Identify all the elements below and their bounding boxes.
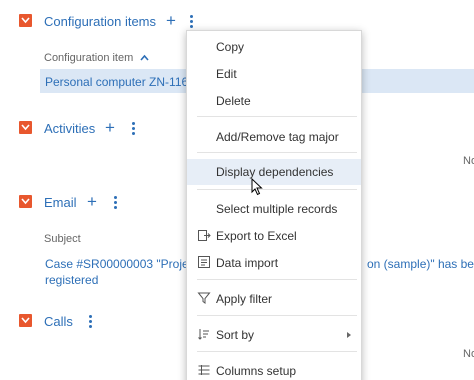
menu-item-label: Display dependencies: [216, 165, 334, 179]
email-row-link-tail[interactable]: on (sample)" has been: [367, 257, 474, 271]
collapse-calls-button[interactable]: [19, 314, 32, 327]
menu-item-label: Export to Excel: [216, 229, 297, 243]
add-email-button[interactable]: +: [87, 193, 97, 210]
collapse-config-button[interactable]: [19, 14, 32, 27]
section-title-calls[interactable]: Calls: [44, 314, 73, 329]
email-row-link-line2[interactable]: registered: [45, 273, 98, 287]
menu-item-export-excel[interactable]: Export to Excel: [187, 224, 361, 248]
calls-no-data-text: No: [463, 348, 474, 360]
menu-item-label: Columns setup: [216, 364, 297, 378]
sort-icon: [198, 329, 209, 340]
plus-icon: +: [105, 118, 115, 137]
menu-item-label: Apply filter: [216, 292, 273, 306]
plus-icon: +: [87, 192, 97, 211]
menu-item-label: Add/Remove tag major: [216, 130, 339, 144]
calls-actions-kebab-icon[interactable]: [87, 314, 93, 328]
menu-item-display-dependencies[interactable]: Display dependencies: [187, 159, 361, 185]
menu-divider: [197, 279, 357, 280]
config-row-link[interactable]: Personal computer ZN-116U: [45, 75, 197, 89]
menu-item-label: Select multiple records: [216, 202, 338, 216]
menu-item-edit[interactable]: Edit: [187, 62, 361, 86]
filter-icon: [197, 292, 211, 304]
email-actions-kebab-icon[interactable]: [112, 195, 118, 209]
section-title-email[interactable]: Email: [44, 195, 77, 210]
menu-divider: [197, 152, 357, 153]
menu-item-label: Copy: [216, 40, 245, 54]
chevron-right-icon: [347, 332, 351, 338]
collapse-activities-button[interactable]: [19, 121, 32, 134]
menu-item-delete[interactable]: Delete: [187, 89, 361, 113]
chevron-down-icon: [21, 17, 30, 24]
chevron-down-icon: [21, 124, 30, 131]
sort-ascending-icon[interactable]: [140, 54, 149, 61]
config-actions-kebab-icon[interactable]: [188, 14, 194, 28]
menu-item-label: Delete: [216, 94, 251, 108]
menu-item-copy[interactable]: Copy: [187, 35, 361, 59]
collapse-email-button[interactable]: [19, 195, 32, 208]
menu-item-columns-setup[interactable]: Columns setup: [187, 359, 361, 380]
add-config-button[interactable]: +: [166, 12, 176, 29]
menu-item-label: Data import: [216, 256, 279, 270]
add-activity-button[interactable]: +: [105, 119, 115, 136]
menu-item-data-import[interactable]: Data import: [187, 251, 361, 275]
plus-icon: +: [166, 11, 176, 30]
section-title-activities[interactable]: Activities: [44, 121, 95, 136]
menu-item-apply-filter[interactable]: Apply filter: [187, 287, 361, 311]
chevron-down-icon: [21, 317, 30, 324]
menu-divider: [197, 315, 357, 316]
activities-actions-kebab-icon[interactable]: [130, 121, 136, 135]
menu-item-label: Edit: [216, 67, 237, 81]
menu-divider: [197, 116, 357, 117]
column-header-config-item[interactable]: Configuration item: [44, 52, 133, 64]
mouse-cursor-icon: [251, 178, 263, 196]
activities-no-data-text: No: [463, 155, 474, 167]
menu-item-add-remove-tag[interactable]: Add/Remove tag major: [187, 125, 361, 149]
section-title-config[interactable]: Configuration items: [44, 14, 156, 29]
chevron-down-icon: [21, 198, 30, 205]
menu-divider: [197, 351, 357, 352]
email-row-link[interactable]: Case #SR00000003 "Project: [45, 257, 198, 271]
menu-item-sort-by[interactable]: Sort by: [187, 323, 361, 347]
data-import-icon: [198, 256, 210, 268]
export-excel-icon: [198, 230, 211, 241]
menu-divider: [197, 189, 357, 190]
context-menu: Copy Edit Delete Add/Remove tag major Di…: [186, 30, 362, 380]
menu-item-select-multiple[interactable]: Select multiple records: [187, 197, 361, 221]
menu-item-label: Sort by: [216, 328, 255, 342]
columns-icon: [198, 365, 210, 375]
column-header-subject[interactable]: Subject: [44, 233, 81, 245]
